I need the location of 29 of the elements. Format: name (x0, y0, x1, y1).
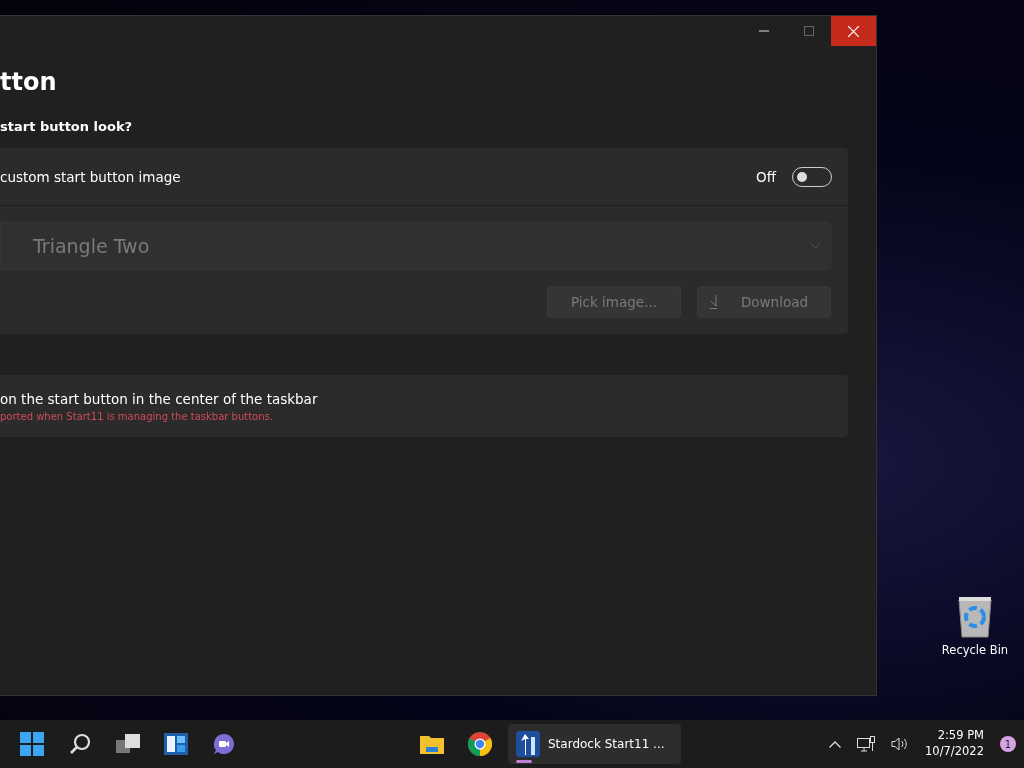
network-icon[interactable] (857, 736, 876, 752)
clock-date[interactable]: 10/7/2022 (925, 744, 984, 760)
app-icon (516, 731, 540, 757)
video-chat-icon (213, 733, 235, 755)
speaker-icon[interactable] (891, 737, 910, 751)
task-view-icon (116, 734, 140, 754)
page-heading: tton (0, 68, 58, 97)
notification-badge[interactable]: 1 (1000, 736, 1016, 752)
start-icon (20, 732, 44, 756)
chevron-down-icon (811, 243, 820, 250)
download-icon (710, 295, 717, 310)
browser-icon (468, 732, 492, 756)
running-indicator (516, 760, 532, 763)
folder-icon (420, 734, 444, 754)
close-icon (848, 25, 859, 37)
search-icon (69, 733, 91, 755)
toggle-state-label: Off (756, 167, 776, 187)
setting-label: on the start button in the center of the taskbar (0, 389, 319, 409)
section-heading: start button look? (0, 117, 134, 136)
setting-label: custom start button image (0, 167, 181, 187)
maximize-icon (803, 26, 814, 36)
recycle-bin-shortcut[interactable]: Recycle Bin (940, 596, 1010, 660)
widgets-icon (164, 733, 188, 755)
clock-time[interactable]: 2:59 PM (925, 728, 984, 744)
chevron-up-icon[interactable] (829, 740, 842, 748)
warning-note: ported when Start11 is managing the taskbar buttons. (0, 409, 274, 424)
taskbar-button[interactable]: Stardock Start11 ... (508, 724, 681, 764)
desktop-icon-label: Recycle Bin (941, 642, 1009, 659)
recycle-bin-icon (957, 596, 993, 638)
